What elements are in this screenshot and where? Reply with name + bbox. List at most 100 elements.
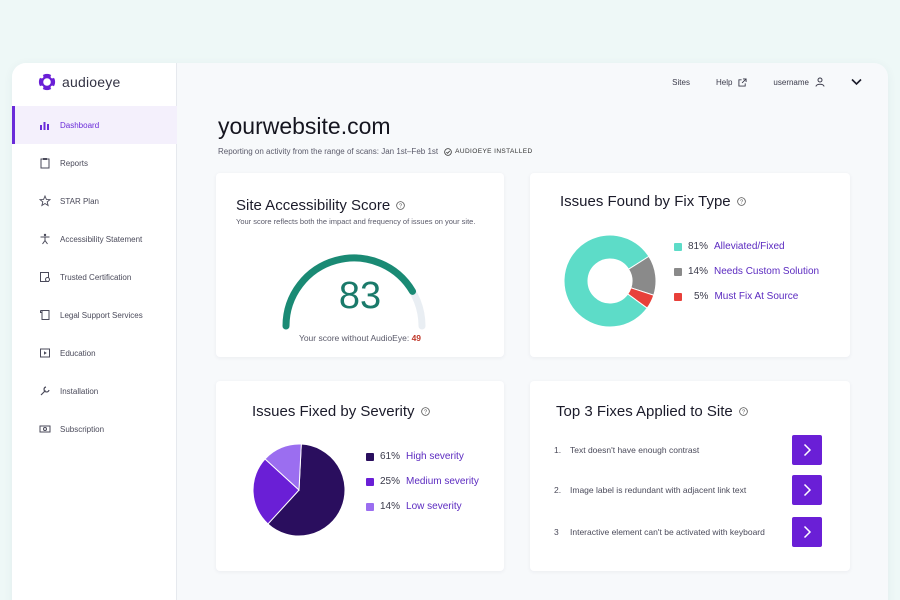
legend-pct: 81% — [688, 241, 709, 252]
sidebar-nav: Dashboard Reports STAR Plan Accessibilit… — [12, 106, 177, 448]
chevron-right-icon — [803, 483, 812, 497]
top-fixes-card-title-text: Top 3 Fixes Applied to Site — [556, 403, 733, 420]
user-icon — [815, 77, 825, 87]
legend-pct: 14% — [380, 501, 401, 512]
top-fixes-card: Top 3 Fixes Applied to Site ? 1. Text do… — [530, 381, 850, 571]
fix-item: 3 Interactive element can't be activated… — [554, 517, 822, 547]
legend-pct: 5% — [694, 291, 709, 302]
sidebar-item-education[interactable]: Education — [12, 334, 177, 372]
fix-type-donut-chart — [563, 234, 657, 328]
score-description: Your score reflects both the impact and … — [236, 217, 476, 226]
legend-item: 81% Alleviated/Fixed — [674, 241, 819, 252]
sidebar-item-trusted-certification[interactable]: Trusted Certification — [12, 258, 177, 296]
bar-chart-icon — [40, 122, 49, 130]
chevron-right-icon — [803, 443, 812, 457]
legend-label[interactable]: Low severity — [406, 501, 462, 512]
fix-item: 1. Text doesn't have enough contrast — [554, 435, 822, 465]
legend-item: 14% Low severity — [366, 501, 479, 512]
sidebar-item-dashboard[interactable]: Dashboard — [12, 106, 177, 144]
help-link[interactable]: Help — [716, 78, 747, 87]
legend-label[interactable]: Needs Custom Solution — [714, 266, 819, 277]
sidebar-item-accessibility-statement[interactable]: Accessibility Statement — [12, 220, 177, 258]
username-label: username — [773, 77, 809, 87]
legend-item: 25% Medium severity — [366, 476, 479, 487]
legend-swatch — [366, 477, 374, 486]
score-card-title-text: Site Accessibility Score — [236, 197, 391, 214]
help-icon[interactable]: ? — [396, 201, 406, 210]
legend-item: 5% Must Fix At Source — [674, 291, 819, 302]
sites-label: Sites — [672, 77, 690, 87]
sidebar-item-subscription[interactable]: Subscription — [12, 410, 177, 448]
sidebar-item-label: STAR Plan — [60, 196, 99, 206]
sidebar-item-label: Installation — [60, 386, 99, 396]
legend-swatch — [366, 502, 374, 511]
video-icon — [40, 348, 50, 358]
scan-range-text: Reporting on activity from the range of … — [218, 147, 439, 156]
app-window: audioeye Dashboard Reports STAR Plan Acc… — [12, 63, 888, 600]
help-icon[interactable]: ? — [736, 197, 746, 206]
top-fixes-card-title: Top 3 Fixes Applied to Site ? — [556, 403, 748, 420]
sidebar-item-installation[interactable]: Installation — [12, 372, 177, 410]
legend-pct: 61% — [380, 451, 401, 462]
topbar: Sites Help username — [672, 77, 862, 87]
scroll-icon — [40, 310, 50, 320]
chevron-down-icon[interactable] — [851, 78, 862, 86]
score-without-value: 49 — [411, 333, 422, 343]
legend-item: 14% Needs Custom Solution — [674, 266, 819, 277]
legend-label[interactable]: Medium severity — [406, 476, 479, 487]
severity-card-title: Issues Fixed by Severity ? — [252, 403, 430, 420]
external-link-icon — [738, 77, 747, 87]
chevron-right-icon — [803, 525, 812, 539]
installed-badge: AUDIOEYE INSTALLED — [444, 147, 533, 156]
fix-type-card-title: Issues Found by Fix Type ? — [560, 193, 746, 210]
legend-pct: 14% — [688, 266, 709, 277]
legend-swatch — [674, 267, 682, 276]
star-icon — [39, 195, 51, 207]
fix-type-card: Issues Found by Fix Type ? 81% Alleviate… — [530, 173, 850, 357]
audioeye-logo-icon — [38, 73, 56, 91]
wrench-icon — [40, 386, 50, 396]
score-without-row: Your score without AudioEye: 49 — [216, 333, 504, 343]
help-icon[interactable]: ? — [739, 407, 748, 416]
fix-number: 2. — [554, 485, 562, 495]
legend-label[interactable]: Must Fix At Source — [714, 291, 798, 302]
accessibility-icon — [40, 233, 50, 245]
fix-item: 2. Image label is redundant with adjacen… — [554, 475, 822, 505]
score-card: Site Accessibility Score ? Your score re… — [216, 173, 504, 357]
legend-label[interactable]: Alleviated/Fixed — [714, 241, 785, 252]
legend-swatch — [366, 452, 374, 461]
fix-text: Text doesn't have enough contrast — [570, 445, 700, 455]
sidebar-item-label: Trusted Certification — [60, 272, 132, 282]
certificate-icon — [40, 272, 50, 282]
check-circle-icon — [444, 147, 452, 156]
fix-detail-button[interactable] — [792, 435, 822, 465]
legend-pct: 25% — [380, 476, 401, 487]
sidebar-item-label: Education — [60, 348, 96, 358]
main-content: Sites Help username yourwebsite.com Repo… — [178, 63, 888, 600]
logo-text: audioeye — [62, 74, 121, 90]
legend-label[interactable]: High severity — [406, 451, 464, 462]
help-icon[interactable]: ? — [420, 407, 430, 416]
fix-number: 1. — [554, 445, 562, 455]
logo[interactable]: audioeye — [38, 73, 120, 91]
user-menu[interactable]: username — [773, 77, 825, 87]
clipboard-icon — [40, 158, 50, 169]
sidebar: audioeye Dashboard Reports STAR Plan Acc… — [12, 63, 177, 600]
severity-card-title-text: Issues Fixed by Severity — [252, 403, 415, 420]
severity-legend: 61% High severity 25% Medium severity 14… — [366, 451, 479, 512]
sidebar-item-star-plan[interactable]: STAR Plan — [12, 182, 177, 220]
score-without-label: Your score without AudioEye: — [298, 333, 410, 343]
sidebar-item-reports[interactable]: Reports — [12, 144, 177, 182]
sidebar-item-legal-support-services[interactable]: Legal Support Services — [12, 296, 177, 334]
sidebar-item-label: Reports — [60, 158, 89, 168]
help-label: Help — [715, 77, 733, 87]
fix-text: Interactive element can't be activated w… — [570, 527, 765, 537]
severity-card: Issues Fixed by Severity ? 61% High seve… — [216, 381, 504, 571]
fix-number: 3 — [554, 527, 559, 537]
sites-link[interactable]: Sites — [672, 78, 690, 87]
fix-detail-button[interactable] — [792, 475, 822, 505]
fix-type-legend: 81% Alleviated/Fixed 14% Needs Custom So… — [674, 241, 819, 302]
legend-item: 61% High severity — [366, 451, 479, 462]
fix-type-card-title-text: Issues Found by Fix Type — [560, 193, 731, 210]
fix-detail-button[interactable] — [792, 517, 822, 547]
